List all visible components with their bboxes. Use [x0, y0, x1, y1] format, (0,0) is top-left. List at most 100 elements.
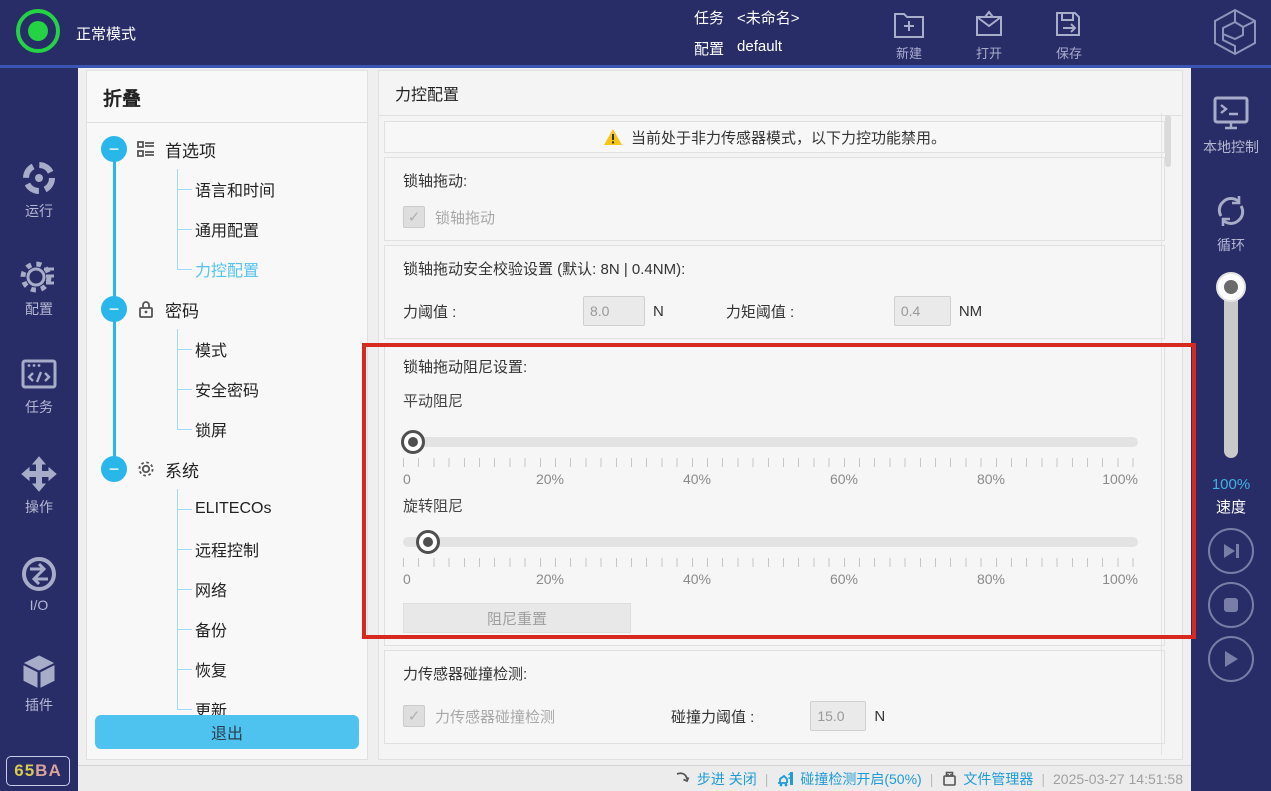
damping-reset-button[interactable]: 阻尼重置	[403, 603, 631, 633]
settings-tree-panel: 折叠 − 首选项 语言和时间 通用配置 力控配置 −	[86, 70, 368, 760]
translation-slider-scale: 0 20% 40% 60% 80% 100%	[403, 469, 1138, 489]
collapse-toggle-icon[interactable]: −	[101, 136, 127, 162]
file-manager-link[interactable]: 文件管理器	[941, 769, 1033, 789]
status-separator: |	[765, 771, 769, 787]
sidebar-item-task[interactable]: 任务	[0, 356, 78, 417]
status-timestamp: 2025-03-27 14:51:58	[1053, 771, 1183, 787]
tree-group-preferences[interactable]: − 首选项	[87, 129, 367, 169]
translation-damping-slider[interactable]	[403, 430, 1138, 454]
tree-item-restore[interactable]: 恢复	[178, 649, 367, 689]
step-arrow-icon	[675, 771, 692, 787]
collapse-toggle-icon[interactable]: −	[101, 296, 127, 322]
sidebar-item-operate[interactable]: 操作	[0, 454, 78, 517]
tree-item-network[interactable]: 网络	[178, 569, 367, 609]
badge-part1: 65	[14, 761, 35, 781]
open-task-label: 打开	[976, 43, 1002, 62]
local-control-button[interactable]: 本地控制	[1191, 92, 1271, 157]
rotation-damping-slider[interactable]	[403, 530, 1138, 554]
top-bar: 正常模式 任务 <未命名> 配置 default 新建 打开	[0, 0, 1271, 65]
sidebar-item-plugin[interactable]: 插件	[0, 652, 78, 715]
tree-item-general-config[interactable]: 通用配置	[178, 209, 367, 249]
tree-item-lock-screen[interactable]: 锁屏	[178, 409, 367, 449]
collision-detect-toggle[interactable]: 碰撞检测开启(50%)	[776, 769, 921, 789]
run-icon	[0, 158, 78, 198]
section-damping-settings: 锁轴拖动阻尼设置: 平动阻尼 0 20% 40% 60% 80% 100% 旋转…	[384, 343, 1165, 646]
tree-item-remote-control[interactable]: 远程控制	[178, 529, 367, 569]
rotation-slider-handle[interactable]	[416, 530, 440, 554]
sidebar-item-plugin-label: 插件	[0, 695, 78, 715]
speed-slider-handle[interactable]	[1216, 272, 1246, 302]
main-scrollbar-thumb[interactable]	[1165, 115, 1171, 167]
topbar-accent-line	[0, 65, 1271, 68]
collision-heading: 力传感器碰撞检测:	[403, 663, 1146, 684]
skip-icon	[1221, 542, 1241, 560]
io-arrows-icon	[0, 554, 78, 594]
sidebar-item-run[interactable]: 运行	[0, 158, 78, 221]
torque-threshold-label: 力矩阈值 :	[726, 301, 894, 322]
collapse-toggle-icon[interactable]: −	[101, 456, 127, 482]
move-arrows-icon	[0, 454, 78, 494]
page-title: 力控配置	[379, 71, 1182, 116]
play-icon	[1223, 650, 1239, 668]
collision-detect-icon	[776, 770, 795, 787]
save-task-button[interactable]: 保存	[1038, 5, 1100, 62]
stop-button[interactable]	[1208, 582, 1254, 628]
speed-slider[interactable]	[1224, 290, 1238, 458]
collision-threshold-label: 碰撞力阈值 :	[671, 706, 754, 727]
stop-icon	[1223, 597, 1239, 613]
play-button[interactable]	[1208, 636, 1254, 682]
scale-tick-label: 100%	[1102, 571, 1138, 587]
gear-icon	[136, 459, 156, 479]
rotation-slider-track[interactable]	[403, 537, 1138, 547]
main-scrollbar[interactable]	[1161, 113, 1172, 755]
tree-item-safety-password[interactable]: 安全密码	[178, 369, 367, 409]
step-mode-toggle[interactable]: 步进 关闭	[675, 769, 757, 789]
open-file-icon	[971, 7, 1007, 41]
collision-threshold-unit: N	[874, 708, 885, 725]
step-forward-button[interactable]	[1208, 528, 1254, 574]
section-safety-check: 锁轴拖动安全校验设置 (默认: 8N | 0.4NM): 力阈值 : N 力矩阈…	[384, 245, 1165, 339]
tree-item-mode[interactable]: 模式	[178, 329, 367, 369]
step-mode-text: 步进 关闭	[697, 769, 757, 789]
tree-collapse-header[interactable]: 折叠	[87, 71, 367, 123]
new-file-icon	[891, 7, 927, 41]
tree-group-password[interactable]: − 密码	[87, 289, 367, 329]
tree-item-elitecos[interactable]: ELITECOs	[178, 489, 367, 529]
tree-item-force-control[interactable]: 力控配置	[178, 249, 367, 289]
rotation-slider-scale: 0 20% 40% 60% 80% 100%	[403, 569, 1138, 589]
rotation-slider-ticks	[403, 558, 1138, 567]
lock-axis-heading: 锁轴拖动:	[403, 170, 1146, 191]
tree-group-system[interactable]: − 系统	[87, 449, 367, 489]
status-badge: 65BA	[6, 756, 70, 786]
badge-part2: BA	[35, 761, 62, 781]
loop-icon	[1191, 190, 1271, 232]
translation-slider-track[interactable]	[403, 437, 1138, 447]
scale-tick-label: 40%	[683, 471, 711, 487]
collision-checkbox[interactable]: ✓	[403, 705, 425, 727]
sidebar-item-config-label: 配置	[0, 299, 78, 319]
sidebar-item-operate-label: 操作	[0, 497, 78, 517]
lock-axis-checkbox[interactable]: ✓	[403, 206, 425, 228]
collision-checkbox-label: 力传感器碰撞检测	[435, 706, 615, 727]
force-threshold-input[interactable]	[583, 296, 645, 326]
tree-item-backup[interactable]: 备份	[178, 609, 367, 649]
scale-tick-label: 20%	[536, 571, 564, 587]
loop-button[interactable]: 循环	[1191, 190, 1271, 255]
sidebar-item-config[interactable]: 配置	[0, 256, 78, 319]
open-task-button[interactable]: 打开	[958, 5, 1020, 62]
scale-tick-label: 80%	[977, 471, 1005, 487]
sidebar-item-io[interactable]: I/O	[0, 554, 78, 613]
torque-threshold-unit: NM	[959, 303, 982, 320]
tree-item-language-time[interactable]: 语言和时间	[178, 169, 367, 209]
translation-damping-label: 平动阻尼	[403, 390, 1146, 411]
exit-button[interactable]: 退出	[95, 715, 359, 749]
scale-tick-label: 0	[403, 571, 411, 587]
loop-label: 循环	[1191, 235, 1271, 255]
translation-slider-handle[interactable]	[401, 430, 425, 454]
new-task-button[interactable]: 新建	[878, 5, 940, 62]
torque-threshold-input[interactable]	[894, 296, 951, 326]
terminal-icon	[1191, 92, 1271, 134]
tree-group-system-label: 系统	[165, 457, 199, 482]
collision-threshold-input[interactable]	[810, 701, 866, 731]
translation-slider-ticks	[403, 458, 1138, 467]
